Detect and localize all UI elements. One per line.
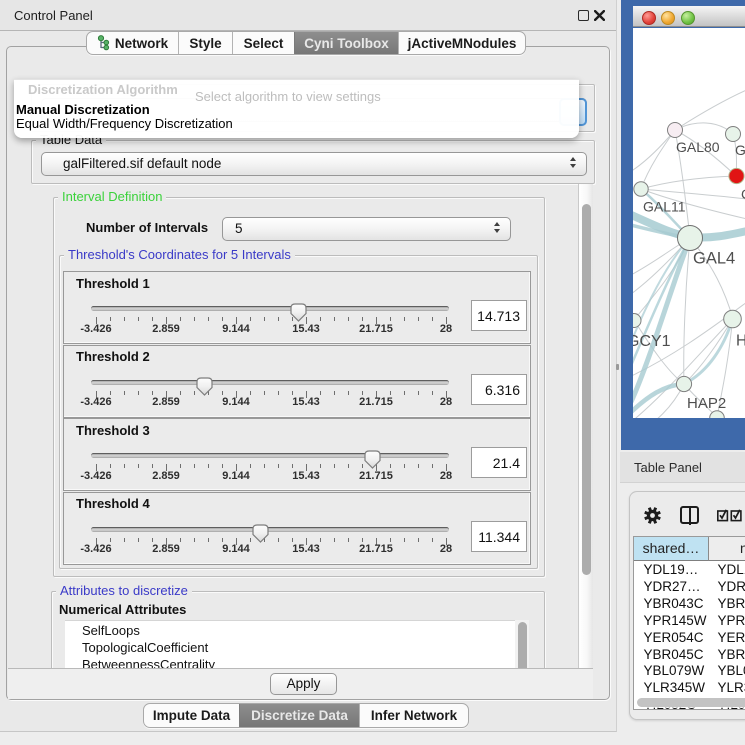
svg-text:GAL11: GAL11 [643,199,686,215]
svg-text:CD: CD [741,186,745,202]
svg-text:H: H [736,333,745,350]
svg-text:HAP2: HAP2 [687,395,726,412]
svg-text:GA: GA [735,142,745,158]
svg-text:GAL4: GAL4 [693,250,735,268]
svg-text:GCY1: GCY1 [633,333,671,350]
svg-text:GAL80: GAL80 [676,139,720,155]
